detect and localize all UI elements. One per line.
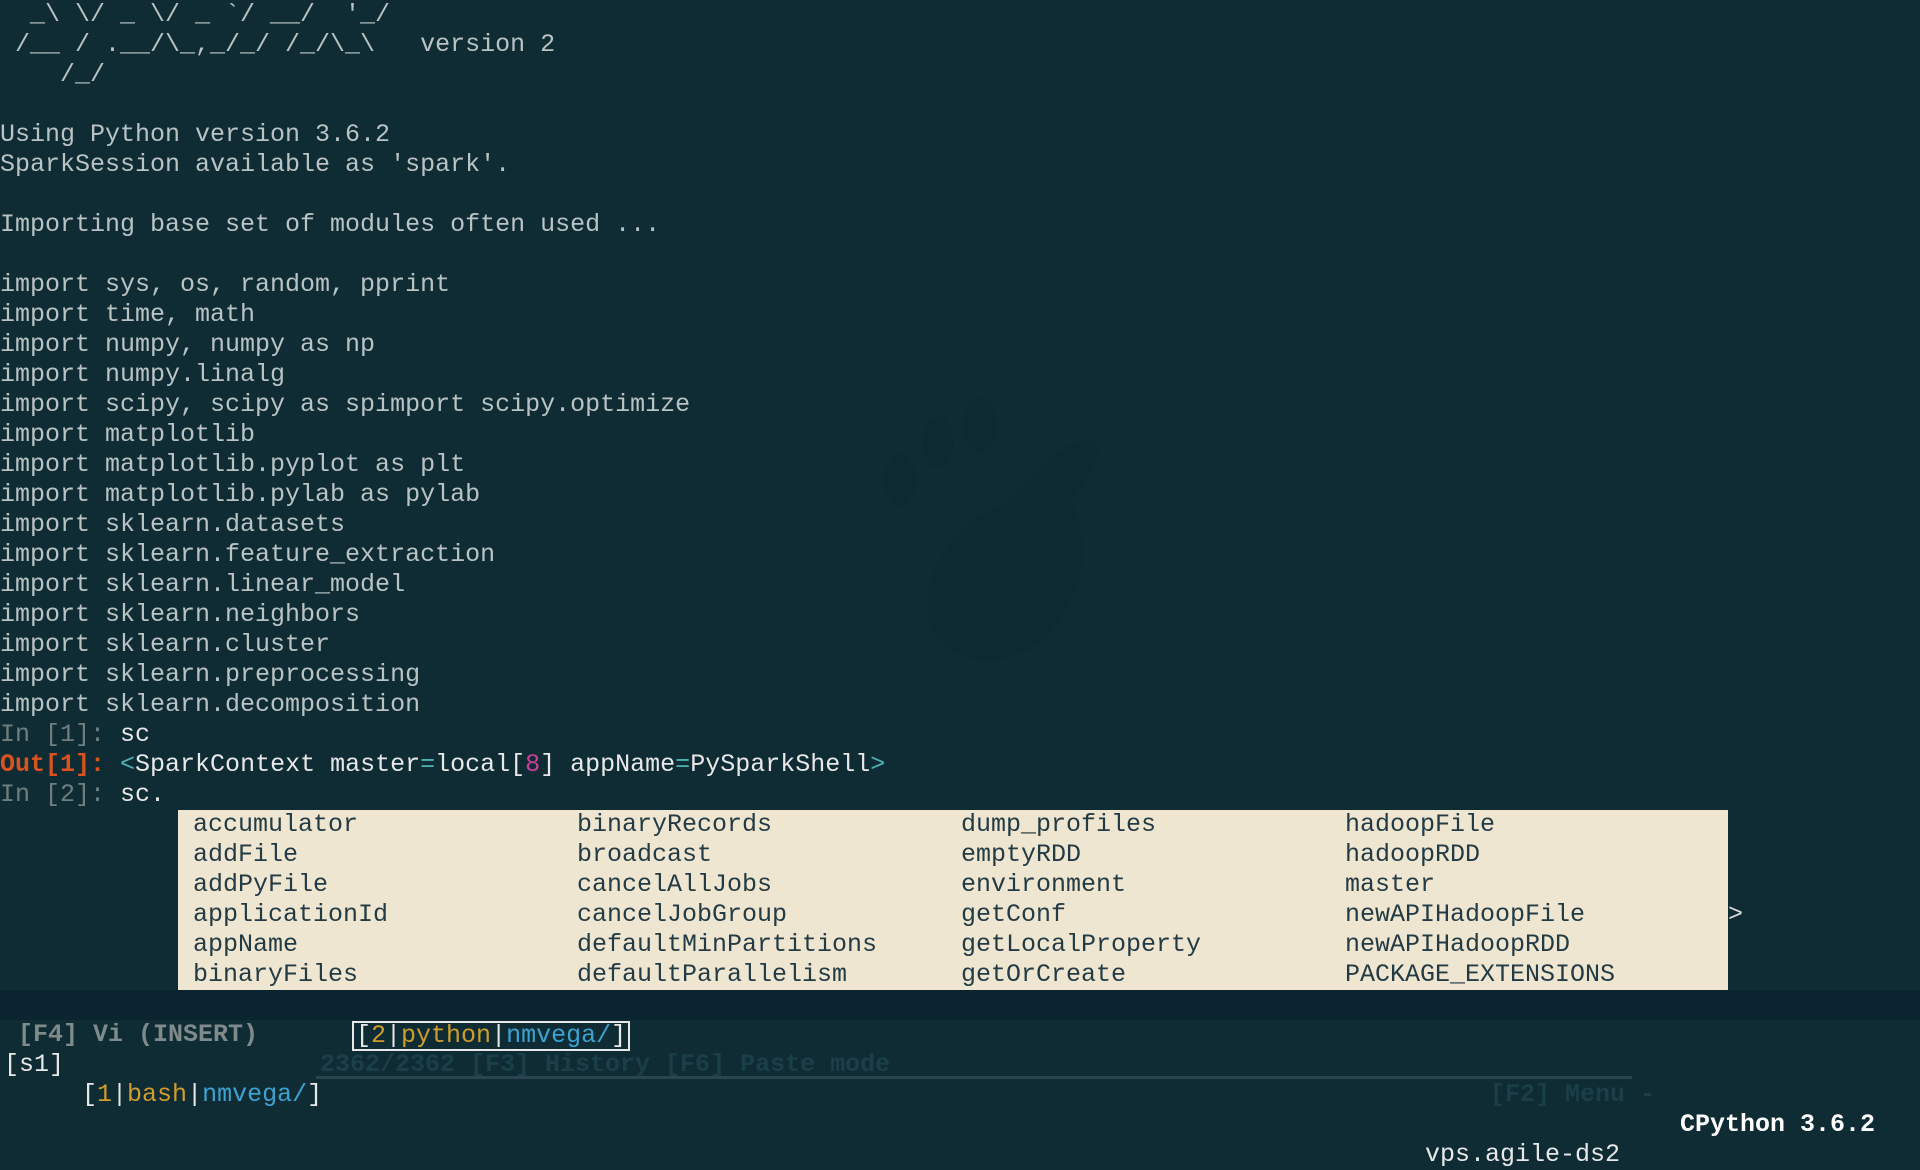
spark-session-text: SparkSession available as 'spark'. bbox=[0, 150, 511, 179]
import-line: import sklearn.decomposition bbox=[0, 690, 421, 719]
output-equals: = bbox=[675, 750, 691, 779]
tmux-window-2-active[interactable]: [2|python|nmvega/] bbox=[352, 1021, 631, 1051]
output-cell-1: Out[1]: <SparkContext master=local[8] ap… bbox=[0, 750, 885, 780]
completion-column-2: binaryRecords broadcast cancelAllJobs ca… bbox=[577, 810, 957, 990]
bracket: ] bbox=[307, 1080, 323, 1109]
completion-item[interactable]: defaultParallelism bbox=[577, 960, 957, 990]
completion-menu[interactable]: accumulator addFile addPyFile applicatio… bbox=[178, 810, 1728, 992]
python-version-text: Using Python version 3.6.2 bbox=[0, 120, 391, 149]
input-cell-1: In [1]: sc bbox=[0, 720, 150, 750]
completion-item[interactable]: newAPIHadoopFile bbox=[1345, 900, 1725, 930]
tmux-window-number: 1 bbox=[97, 1080, 113, 1109]
completion-item[interactable]: getLocalProperty bbox=[961, 930, 1341, 960]
python-version-badge: CPython 3.6.2 bbox=[1680, 1110, 1876, 1139]
import-line: import numpy, numpy as np bbox=[0, 330, 376, 359]
import-line: import numpy.linalg bbox=[0, 360, 286, 389]
output-text: SparkContext master bbox=[135, 750, 421, 779]
import-line: import sklearn.datasets bbox=[0, 510, 346, 539]
spark-banner-line3: /_/ bbox=[0, 60, 106, 89]
completion-item[interactable]: emptyRDD bbox=[961, 840, 1341, 870]
output-number: 8 bbox=[525, 750, 541, 779]
import-line: import sklearn.feature_extraction bbox=[0, 540, 496, 569]
completion-item[interactable]: binaryRecords bbox=[577, 810, 957, 840]
output-text: PySparkShell bbox=[690, 750, 871, 779]
import-line: import sklearn.preprocessing bbox=[0, 660, 421, 689]
import-line: import time, math bbox=[0, 300, 256, 329]
import-line: import sklearn.cluster bbox=[0, 630, 331, 659]
completion-item[interactable]: appName bbox=[193, 930, 573, 960]
completion-item[interactable]: getOrCreate bbox=[961, 960, 1341, 990]
spark-banner-line1: _\ \/ _ \/ _ `/ __/ '_/ bbox=[0, 0, 391, 29]
import-line: import matplotlib bbox=[0, 420, 256, 449]
repl-status-bar: [F4] Vi (INSERT) 2362/2362 [F3] History … bbox=[0, 990, 1920, 1139]
completion-column-1: accumulator addFile addPyFile applicatio… bbox=[193, 810, 573, 990]
completion-column-3: dump_profiles emptyRDD environment getCo… bbox=[961, 810, 1341, 990]
in-prompt-1: In [1]: bbox=[0, 720, 121, 749]
tmux-window-command: bash bbox=[127, 1080, 188, 1109]
menu-indicator[interactable]: [F2] Menu - bbox=[1490, 1080, 1655, 1110]
tmux-window-path: nmvega/ bbox=[202, 1080, 308, 1109]
output-text: local[ bbox=[435, 750, 526, 779]
tmux-window-1[interactable]: [1|bash|nmvega/] bbox=[82, 1080, 322, 1110]
output-text: ] appName bbox=[540, 750, 676, 779]
divider bbox=[316, 1076, 1632, 1079]
input-code-1: sc bbox=[120, 720, 151, 749]
separator: | bbox=[491, 1021, 507, 1050]
tmux-status-bar: [s1] [1|bash|nmvega/] [2|python|nmvega/]… bbox=[0, 1020, 1920, 1169]
importing-text: Importing base set of modules often used… bbox=[0, 210, 661, 239]
completion-item[interactable]: defaultMinPartitions bbox=[577, 930, 957, 960]
completion-column-4: hadoopFile hadoopRDD master newAPIHadoop… bbox=[1345, 810, 1725, 990]
completion-item[interactable]: newAPIHadoopRDD bbox=[1345, 930, 1725, 960]
output-bracket: < bbox=[120, 750, 136, 779]
in-prompt-2: In [2]: bbox=[0, 780, 121, 809]
completion-item[interactable]: applicationId bbox=[193, 900, 573, 930]
completion-item[interactable]: cancelJobGroup bbox=[577, 900, 957, 930]
completion-item[interactable]: broadcast bbox=[577, 840, 957, 870]
import-line: import sklearn.linear_model bbox=[0, 570, 406, 599]
input-code-2[interactable]: sc. bbox=[120, 780, 165, 809]
gnome-foot-watermark-icon bbox=[884, 397, 1099, 661]
spark-version: version 2 bbox=[420, 30, 556, 59]
completion-item[interactable]: addPyFile bbox=[193, 870, 573, 900]
tmux-window-number: 2 bbox=[371, 1021, 387, 1050]
completion-item[interactable]: master bbox=[1345, 870, 1725, 900]
import-line: import scipy, scipy as spimport scipy.op… bbox=[0, 390, 691, 419]
tmux-session-name: [s1] bbox=[4, 1050, 65, 1079]
bracket: [ bbox=[356, 1021, 372, 1050]
completion-item[interactable]: environment bbox=[961, 870, 1341, 900]
spark-banner-line2: /__ / .__/\_,_/_/ /_/\_\ version 2 bbox=[0, 30, 555, 60]
separator: | bbox=[386, 1021, 402, 1050]
completion-item[interactable]: binaryFiles bbox=[193, 960, 573, 990]
completion-item[interactable]: addFile bbox=[193, 840, 573, 870]
completion-item[interactable]: dump_profiles bbox=[961, 810, 1341, 840]
output-equals: = bbox=[420, 750, 436, 779]
input-cell-2[interactable]: In [2]: sc. bbox=[0, 780, 165, 810]
hostname: vps.agile-ds2 bbox=[1425, 1140, 1621, 1169]
out-prompt-1: Out[1]: bbox=[0, 750, 121, 779]
completion-item[interactable]: accumulator bbox=[193, 810, 573, 840]
bracket: [ bbox=[82, 1080, 98, 1109]
completion-item[interactable]: hadoopFile bbox=[1345, 810, 1725, 840]
import-line: import matplotlib.pylab as pylab bbox=[0, 480, 481, 509]
tmux-window-command: python bbox=[401, 1021, 492, 1050]
import-line: import sklearn.neighbors bbox=[0, 600, 361, 629]
separator: | bbox=[112, 1080, 128, 1109]
output-bracket: > bbox=[870, 750, 886, 779]
completion-item[interactable]: getConf bbox=[961, 900, 1341, 930]
spark-banner-art: /__ / .__/\_,_/_/ /_/\_\ bbox=[0, 30, 376, 59]
import-line: import sys, os, random, pprint bbox=[0, 270, 451, 299]
bracket: ] bbox=[611, 1021, 627, 1050]
import-line: import matplotlib.pyplot as plt bbox=[0, 450, 466, 479]
completion-item[interactable]: cancelAllJobs bbox=[577, 870, 957, 900]
more-completions-arrow-icon[interactable]: > bbox=[1728, 900, 1743, 930]
completion-item[interactable]: PACKAGE_EXTENSIONS bbox=[1345, 960, 1725, 990]
separator: | bbox=[187, 1080, 203, 1109]
completion-item[interactable]: hadoopRDD bbox=[1345, 840, 1725, 870]
tmux-window-path: nmvega/ bbox=[506, 1021, 612, 1050]
